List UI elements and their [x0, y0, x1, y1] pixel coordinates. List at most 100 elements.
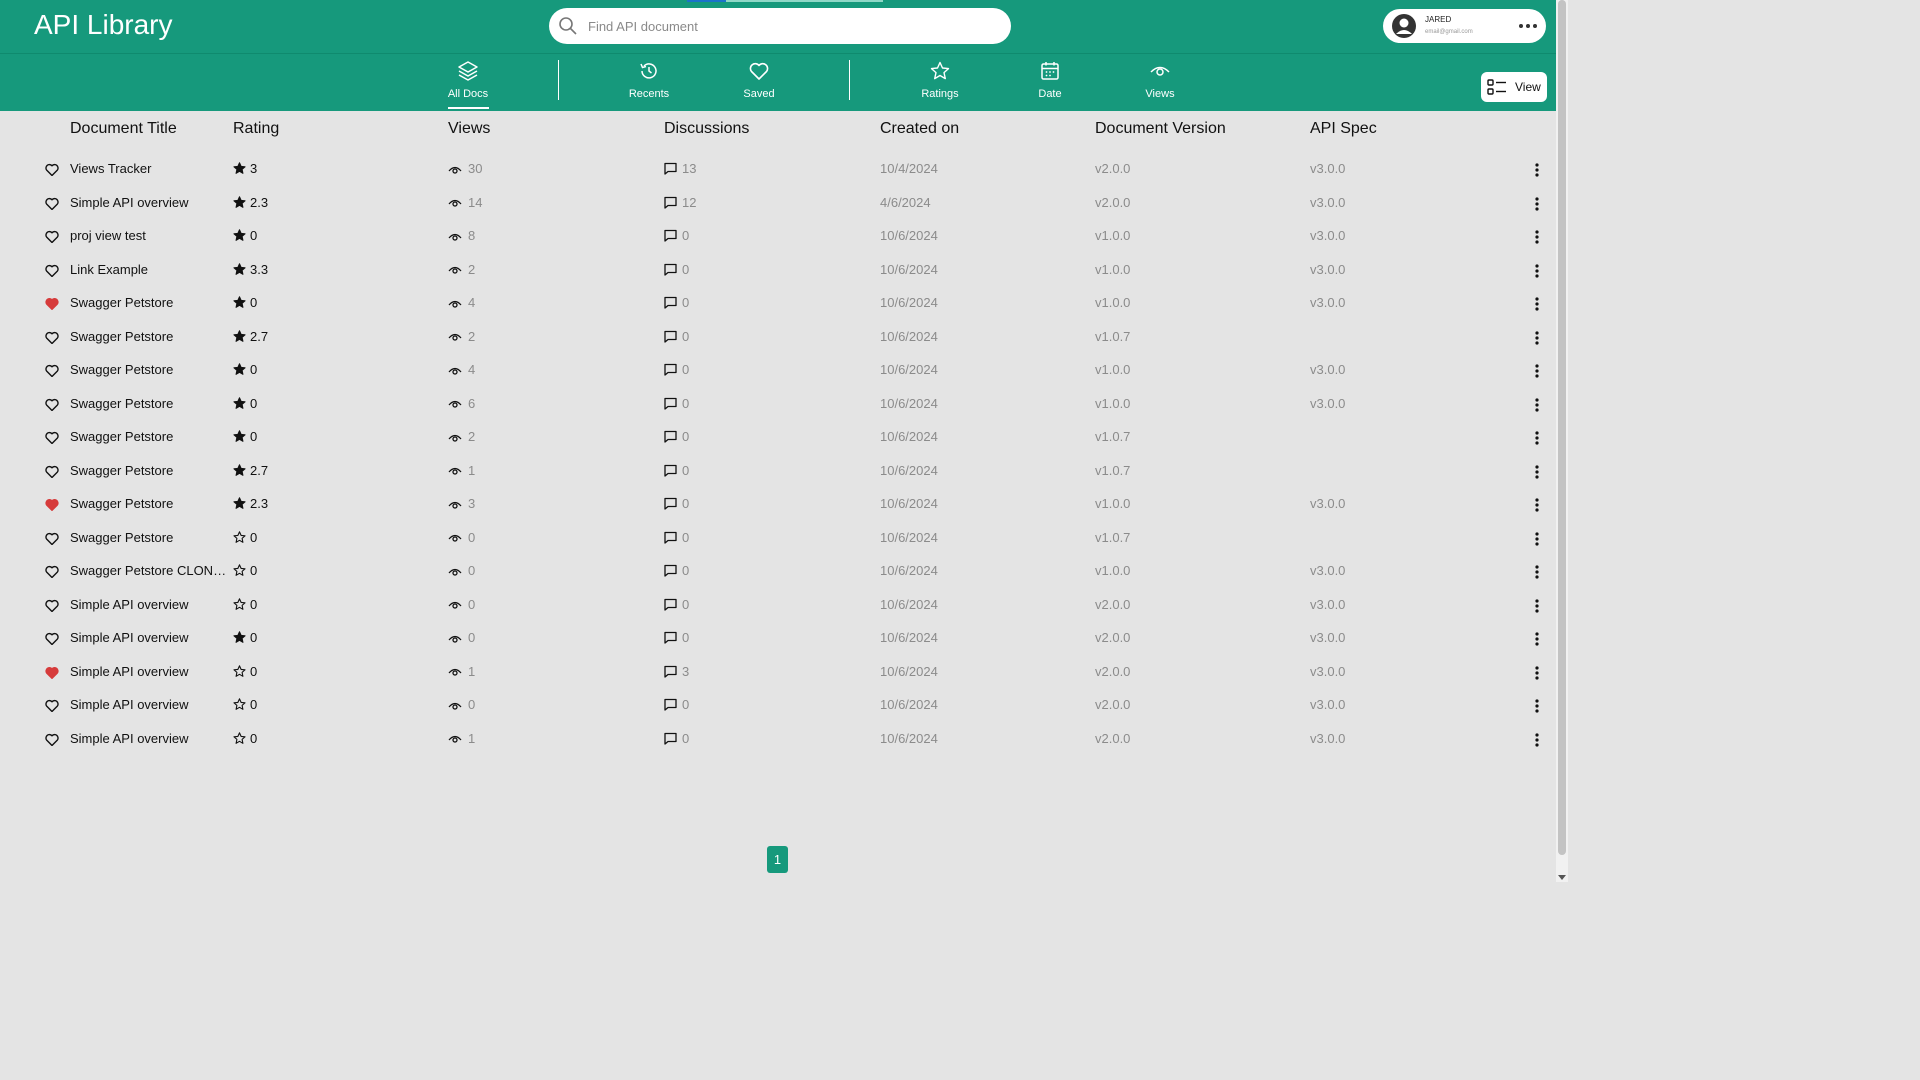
column-header-views[interactable]: Views [448, 120, 490, 138]
more-vertical-icon[interactable] [1531, 698, 1543, 714]
tab-ratings[interactable]: Ratings [900, 58, 980, 108]
table-row[interactable]: Swagger Petstore 0 6 0 10/6/2024 v1.0.0 v3.0.0 [0, 388, 1556, 421]
more-vertical-icon[interactable] [1531, 196, 1543, 212]
document-title[interactable]: Swagger Petstore [70, 396, 230, 411]
tab-recents[interactable]: Recents [609, 58, 689, 108]
table-row[interactable]: Simple API overview 0 0 0 10/6/2024 v2.0.0 v3.… [0, 689, 1556, 722]
search-input[interactable] [588, 18, 988, 34]
document-title[interactable]: Swagger Petstore [70, 329, 230, 344]
table-row[interactable]: Simple API overview 2.3 14 12 4/6/2024 v2.0.0… [0, 187, 1556, 220]
heart-icon[interactable] [45, 398, 59, 411]
heart-icon[interactable] [45, 632, 59, 645]
column-header-created[interactable]: Created on [880, 120, 959, 138]
table-row[interactable]: Swagger Petstore 2.7 1 0 10/6/2024 v1.0.7 [0, 455, 1556, 488]
heart-filled-icon[interactable] [45, 666, 59, 679]
document-title[interactable]: Simple API overview [70, 731, 230, 746]
more-vertical-icon[interactable] [1531, 531, 1543, 547]
scrollbar-thumb[interactable] [1558, 0, 1566, 855]
heart-icon[interactable] [45, 264, 59, 277]
more-vertical-icon[interactable] [1531, 263, 1543, 279]
more-vertical-icon[interactable] [1531, 631, 1543, 647]
heart-icon[interactable] [45, 599, 59, 612]
document-title[interactable]: Swagger Petstore [70, 496, 230, 511]
table-row[interactable]: proj view test 0 8 0 10/6/2024 v1.0.0 v3.0.0 [0, 220, 1556, 253]
more-vertical-icon[interactable] [1531, 732, 1543, 748]
user-menu[interactable]: JARED email@gmail.com [1383, 9, 1546, 43]
document-title[interactable]: Swagger Petstore [70, 429, 230, 444]
document-title[interactable]: Swagger Petstore [70, 530, 230, 545]
more-vertical-icon[interactable] [1531, 564, 1543, 580]
heart-icon[interactable] [45, 465, 59, 478]
tab-date[interactable]: Date [1010, 58, 1090, 108]
table-row[interactable]: Link Example 3.3 2 0 10/6/2024 v1.0.0 v3.0.0 [0, 254, 1556, 287]
column-header-discussions[interactable]: Discussions [664, 120, 749, 138]
views-value: 0 [468, 529, 476, 545]
heart-icon[interactable] [45, 331, 59, 344]
document-title[interactable]: proj view test [70, 228, 230, 243]
document-title[interactable]: Swagger Petstore CLONE OF ... [70, 563, 230, 578]
document-title[interactable]: Simple API overview [70, 630, 230, 645]
heart-icon[interactable] [45, 733, 59, 746]
table-row[interactable]: Swagger Petstore 0 0 0 10/6/2024 v1.0.7 [0, 522, 1556, 555]
tab-views[interactable]: Views [1120, 58, 1200, 108]
column-header-title[interactable]: Document Title [70, 120, 177, 138]
heart-icon[interactable] [45, 532, 59, 545]
rating-cell: 0 [233, 731, 257, 746]
table-row[interactable]: Simple API overview 0 0 0 10/6/2024 v2.0.0 v3.… [0, 622, 1556, 655]
scroll-down-arrow-icon[interactable] [1558, 875, 1566, 880]
more-vertical-icon[interactable] [1531, 464, 1543, 480]
heart-icon[interactable] [45, 163, 59, 176]
document-title[interactable]: Swagger Petstore [70, 362, 230, 377]
more-vertical-icon[interactable] [1531, 598, 1543, 614]
scrollbar[interactable] [1556, 0, 1568, 882]
more-vertical-icon[interactable] [1531, 665, 1543, 681]
tab-all-docs[interactable]: All Docs [428, 58, 508, 109]
page-button[interactable]: 1 [767, 846, 788, 873]
document-title[interactable]: Simple API overview [70, 664, 230, 679]
heart-icon[interactable] [45, 699, 59, 712]
more-vertical-icon[interactable] [1531, 296, 1543, 312]
document-title[interactable]: Views Tracker [70, 161, 230, 176]
more-vertical-icon[interactable] [1531, 497, 1543, 513]
heart-icon[interactable] [45, 364, 59, 377]
document-title[interactable]: Simple API overview [70, 597, 230, 612]
more-vertical-icon[interactable] [1531, 229, 1543, 245]
more-vertical-icon[interactable] [1531, 363, 1543, 379]
more-vertical-icon[interactable] [1531, 162, 1543, 178]
table-row[interactable]: Views Tracker 3 30 13 10/4/2024 v2.0.0 v3.0.0 [0, 153, 1556, 186]
column-header-rating[interactable]: Rating [233, 120, 279, 138]
column-header-spec[interactable]: API Spec [1310, 120, 1377, 138]
table-row[interactable]: Simple API overview 0 0 0 10/6/2024 v2.0.0 v3.… [0, 589, 1556, 622]
heart-icon[interactable] [45, 230, 59, 243]
table-row[interactable]: Swagger Petstore 0 2 0 10/6/2024 v1.0.7 [0, 421, 1556, 454]
document-title[interactable]: Swagger Petstore [70, 463, 230, 478]
document-title[interactable]: Simple API overview [70, 697, 230, 712]
table-row[interactable]: Simple API overview 0 1 0 10/6/2024 v2.0.0 v3.… [0, 723, 1556, 756]
document-title[interactable]: Link Example [70, 262, 230, 277]
tab-saved[interactable]: Saved [719, 58, 799, 108]
table-row[interactable]: Swagger Petstore 2.3 3 0 10/6/2024 v1.0.0 v3.0… [0, 488, 1556, 521]
table-row[interactable]: Swagger Petstore 2.7 2 0 10/6/2024 v1.0.7 [0, 321, 1556, 354]
heart-filled-icon[interactable] [45, 498, 59, 511]
created-date: 10/6/2024 [880, 496, 938, 511]
document-title[interactable]: Swagger Petstore [70, 295, 230, 310]
calendar-icon [1041, 62, 1059, 80]
view-toggle-button[interactable]: View [1481, 72, 1547, 102]
document-title[interactable]: Simple API overview [70, 195, 230, 210]
discussions-value: 0 [682, 697, 690, 712]
more-horizontal-icon[interactable] [1518, 18, 1538, 34]
heart-icon[interactable] [45, 565, 59, 578]
table-row[interactable]: Swagger Petstore CLONE OF ... 0 0 0 10/6/202… [0, 555, 1556, 588]
heart-icon[interactable] [45, 197, 59, 210]
table-row[interactable]: Swagger Petstore 0 4 0 10/6/2024 v1.0.0 v3.0.0 [0, 354, 1556, 387]
table-row[interactable]: Simple API overview 0 1 3 10/6/2024 v2.0.0 v3.… [0, 656, 1556, 689]
more-vertical-icon[interactable] [1531, 430, 1543, 446]
more-vertical-icon[interactable] [1531, 330, 1543, 346]
more-vertical-icon[interactable] [1531, 397, 1543, 413]
heart-icon[interactable] [45, 431, 59, 444]
search-bar[interactable] [549, 8, 1011, 44]
table-row[interactable]: Swagger Petstore 0 4 0 10/6/2024 v1.0.0 v3.0.0 [0, 287, 1556, 320]
column-header-version[interactable]: Document Version [1095, 120, 1226, 138]
heart-filled-icon[interactable] [45, 297, 59, 310]
discussions-value: 0 [682, 730, 690, 746]
